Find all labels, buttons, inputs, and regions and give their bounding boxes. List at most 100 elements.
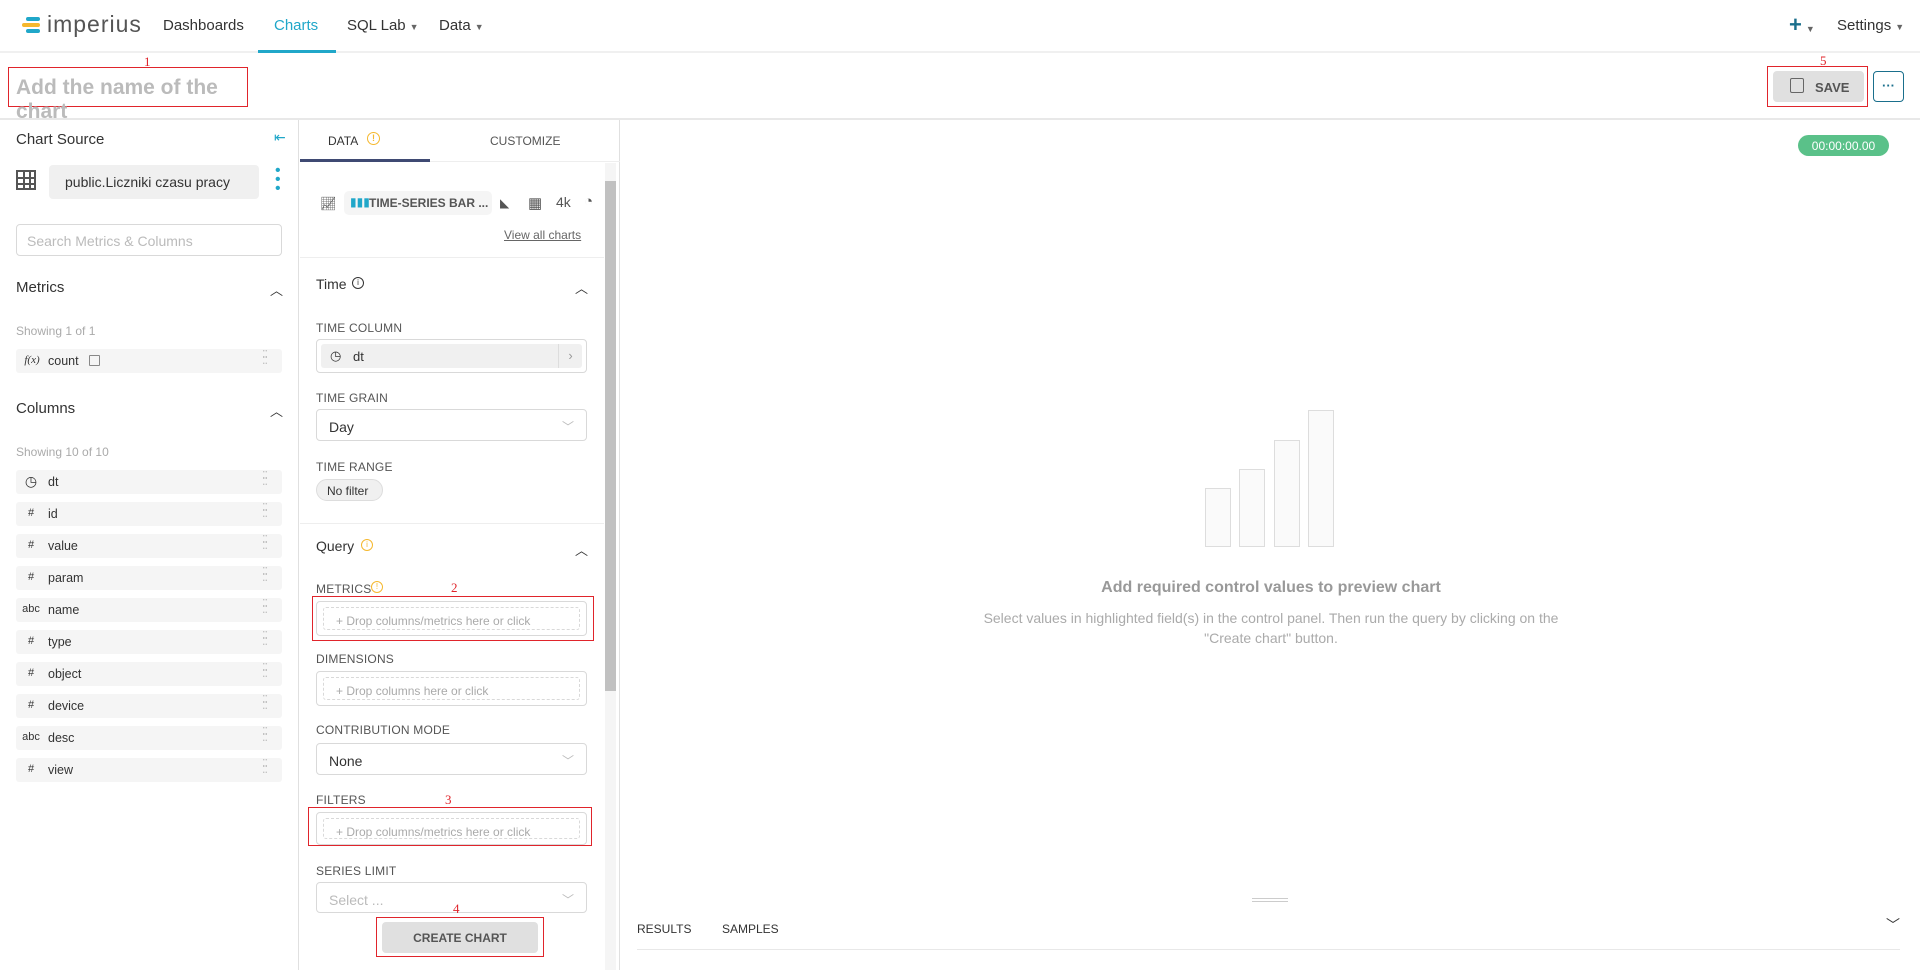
query-section-header[interactable]: Query (316, 538, 354, 554)
column-name: desc (48, 731, 75, 745)
plus-icon: + (336, 614, 347, 628)
big-number-icon[interactable]: 4k (556, 194, 571, 210)
drag-handle-icon[interactable]: ⁚⁚ ⁚⁚ (262, 471, 270, 488)
columns-section-header[interactable]: Columns (16, 400, 75, 417)
search-metrics-columns-input[interactable]: Search Metrics & Columns (16, 224, 282, 256)
dataset-table-icon (16, 170, 36, 190)
drag-handle-icon[interactable]: ⁚⁚ ⁚⁚ (262, 663, 270, 680)
bar-chart-icon: ▮▮▮ (350, 195, 370, 209)
column-name: object (48, 667, 82, 681)
time-range-pill[interactable]: No filter (316, 479, 383, 501)
clock-icon: ◷ (330, 348, 342, 363)
metrics-section-header[interactable]: Metrics (16, 279, 64, 296)
column-name: device (48, 699, 85, 713)
caret-down-icon: ▼ (1805, 24, 1815, 34)
dataset-name[interactable]: public.Liczniki czasu pracy (49, 165, 259, 199)
chevron-up-icon[interactable]: ︿ (270, 280, 283, 299)
dimensions-drop-zone[interactable]: + Drop columns here or click (316, 671, 587, 706)
time-range-label: TIME RANGE (316, 460, 393, 474)
settings-menu[interactable]: Settings ▼ (1837, 17, 1904, 34)
dataset-menu-icon[interactable]: • • • (275, 163, 281, 197)
column-item[interactable]: ◷ dt ⁚⁚ ⁚⁚ (16, 470, 282, 494)
chevron-down-icon[interactable]: ﹀ (1886, 915, 1900, 935)
drag-handle-icon[interactable]: ⁚⁚ ⁚⁚ (262, 350, 270, 367)
line-chart-icon[interactable]: 📈︎ (320, 196, 337, 212)
divider (637, 949, 1900, 950)
column-item[interactable]: # id ⁚⁚ ⁚⁚ (16, 502, 282, 526)
brand-name[interactable]: imperius (47, 11, 142, 38)
view-all-charts-link[interactable]: View all charts (504, 228, 581, 242)
empty-chart-illustration (1205, 410, 1335, 547)
time-grain-select[interactable]: Day ﹀ (316, 409, 587, 441)
metric-item[interactable]: f(x) count ⁚⁚ ⁚⁚ (16, 349, 282, 373)
chevron-up-icon[interactable]: ︿ (575, 540, 588, 559)
drag-handle-icon[interactable]: ⁚⁚ ⁚⁚ (262, 535, 270, 552)
nav-data[interactable]: Data ▼ (439, 17, 484, 34)
pie-chart-icon[interactable]: ◔ (584, 193, 593, 210)
annotation-4: 4 (453, 901, 460, 916)
series-limit-select[interactable]: Select ... ﹀ (316, 882, 587, 913)
annotation-2: 2 (451, 580, 458, 595)
metrics-drop-zone[interactable]: + Drop columns/metrics here or click (316, 601, 587, 636)
area-chart-icon[interactable]: ◣ (500, 196, 509, 210)
drag-handle-icon[interactable]: ⁚⁚ ⁚⁚ (262, 727, 270, 744)
chevron-up-icon[interactable]: ︿ (270, 401, 283, 420)
tab-customize[interactable]: CUSTOMIZE (430, 120, 620, 162)
plus-icon: + (336, 825, 347, 839)
create-chart-button[interactable]: CREATE CHART (382, 922, 538, 953)
save-button[interactable]: SAVE (1773, 71, 1864, 102)
chevron-right-icon[interactable]: › (558, 344, 582, 368)
column-name: param (48, 571, 84, 585)
drag-handle-icon[interactable]: ⁚⁚ ⁚⁚ (262, 599, 270, 616)
chart-source-title: Chart Source (16, 131, 105, 148)
column-item[interactable]: # param ⁚⁚ ⁚⁚ (16, 566, 282, 590)
column-item[interactable]: # view ⁚⁚ ⁚⁚ (16, 758, 282, 782)
drag-handle-icon[interactable]: ⁚⁚ ⁚⁚ (262, 567, 270, 584)
time-column-field[interactable]: ◷ dt › (316, 339, 587, 373)
nav-charts[interactable]: Charts (274, 17, 318, 34)
drag-handle-icon[interactable]: ⁚⁚ ⁚⁚ (262, 631, 270, 648)
info-icon: i (352, 277, 364, 289)
contribution-mode-value: None (329, 753, 363, 769)
chevron-up-icon[interactable]: ︿ (575, 278, 588, 297)
tab-customize-label: CUSTOMIZE (490, 134, 561, 148)
chart-title-input[interactable]: Add the name of the chart (8, 67, 248, 123)
settings-label: Settings (1837, 17, 1892, 34)
column-item[interactable]: # type ⁚⁚ ⁚⁚ (16, 630, 282, 654)
tab-results[interactable]: RESULTS (637, 922, 691, 936)
column-item[interactable]: abc name ⁚⁚ ⁚⁚ (16, 598, 282, 622)
annotation-3: 3 (445, 792, 452, 807)
column-name: value (48, 539, 78, 553)
more-options-button[interactable]: ··· (1873, 71, 1904, 102)
numeric-type-icon: # (27, 667, 35, 679)
time-section-header[interactable]: Time (316, 276, 347, 292)
string-type-icon: abc (22, 603, 40, 615)
caret-down-icon: ▼ (409, 22, 419, 32)
chevron-down-icon: ﹀ (561, 420, 574, 434)
column-name: dt (48, 475, 59, 489)
filters-drop-zone[interactable]: + Drop columns/metrics here or click (316, 812, 587, 845)
column-item[interactable]: abc desc ⁚⁚ ⁚⁚ (16, 726, 282, 750)
selected-chart-type[interactable]: ▮▮▮ TIME-SERIES BAR ... (344, 191, 492, 215)
table-icon[interactable]: ▦ (528, 194, 542, 212)
column-name: name (48, 603, 80, 617)
scrollbar[interactable] (605, 163, 616, 970)
numeric-type-icon: # (27, 635, 35, 647)
tab-samples[interactable]: SAMPLES (722, 922, 779, 936)
nav-sql-lab[interactable]: SQL Lab ▼ (347, 17, 419, 34)
resize-handle[interactable] (1252, 898, 1288, 902)
drag-handle-icon[interactable]: ⁚⁚ ⁚⁚ (262, 695, 270, 712)
add-new-button[interactable]: + ▼ (1789, 12, 1815, 38)
plus-icon: + (1789, 12, 1802, 37)
query-timer: 00:00:00.00 (1798, 135, 1889, 156)
column-item[interactable]: # object ⁚⁚ ⁚⁚ (16, 662, 282, 686)
contribution-mode-select[interactable]: None ﹀ (316, 743, 587, 775)
tab-data[interactable]: DATA ! (300, 120, 430, 162)
drag-handle-icon[interactable]: ⁚⁚ ⁚⁚ (262, 503, 270, 520)
column-item[interactable]: # device ⁚⁚ ⁚⁚ (16, 694, 282, 718)
collapse-panel-icon[interactable]: ⇤ (274, 129, 286, 146)
column-item[interactable]: # value ⁚⁚ ⁚⁚ (16, 534, 282, 558)
nav-dashboards[interactable]: Dashboards (163, 17, 244, 34)
drag-handle-icon[interactable]: ⁚⁚ ⁚⁚ (262, 759, 270, 776)
filters-drop-text: Drop columns/metrics here or click (346, 825, 531, 839)
